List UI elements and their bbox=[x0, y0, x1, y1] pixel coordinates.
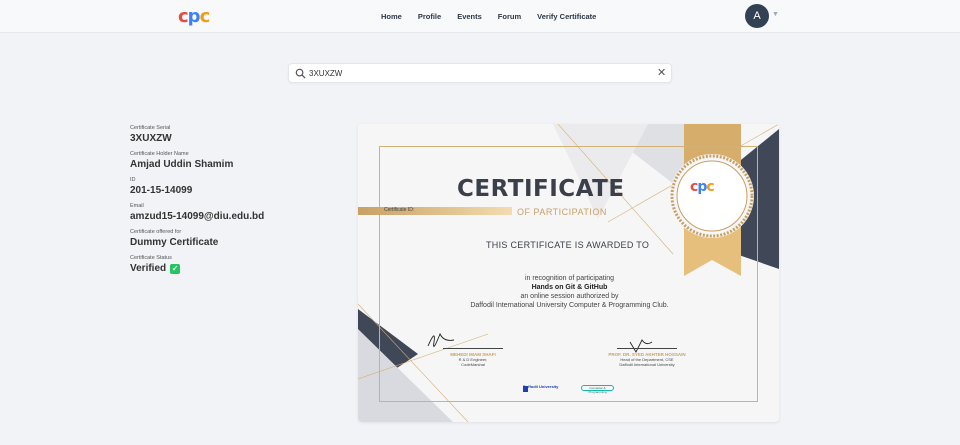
id-value: 201-15-14099 bbox=[130, 185, 193, 196]
club-badge-logo: Computer & Programming bbox=[581, 385, 614, 394]
chevron-down-icon[interactable]: ▼ bbox=[772, 11, 779, 18]
offered-for-value: Dummy Certificate bbox=[130, 237, 219, 248]
status-label: Certificate Status bbox=[130, 255, 172, 261]
status-badge: Verified ✓ bbox=[130, 263, 330, 274]
recognition-line-1: in recognition of participating bbox=[524, 275, 615, 282]
nav-events[interactable]: Events bbox=[457, 12, 482, 21]
serial-value: 3XUXZW bbox=[130, 133, 172, 144]
cpc-seal-logo: cpc bbox=[690, 179, 715, 195]
top-navbar: cpc Home Profile Events Forum Verify Cer… bbox=[0, 0, 960, 33]
certificate-title: CERTIFICATE bbox=[457, 176, 625, 202]
daffodil-logo: Daffodil University bbox=[523, 384, 559, 389]
certificate-details: Certificate Serial 3XUXZW Certificate Ho… bbox=[130, 125, 330, 281]
recognition-line-3: an online session authorized by bbox=[520, 293, 619, 300]
signature-2: PROF. DR. SYED AKHTER HOSSAIN Head of th… bbox=[592, 348, 702, 367]
search-icon bbox=[295, 68, 306, 79]
nav-verify-certificate[interactable]: Verify Certificate bbox=[537, 12, 596, 21]
recognition-line-4: Daffodil International University Comput… bbox=[470, 302, 669, 309]
holder-value: Amjad Uddin Shamim bbox=[130, 159, 234, 170]
signature-1: MEHEDI IMAM SHAFI R & D Engineer, CodeMa… bbox=[428, 348, 518, 367]
nav-profile[interactable]: Profile bbox=[418, 12, 441, 21]
nav-forum[interactable]: Forum bbox=[498, 12, 521, 21]
serial-label: Certificate Serial bbox=[130, 125, 171, 131]
offered-for-label: Certificate offered for bbox=[130, 229, 182, 235]
email-label: Email bbox=[130, 203, 144, 209]
holder-label: Certificate Holder Name bbox=[130, 151, 189, 157]
main-nav: Home Profile Events Forum Verify Certifi… bbox=[381, 0, 612, 33]
certificate-subtitle: OF PARTICIPATION bbox=[517, 207, 607, 217]
event-name: Hands on Git & GitHub bbox=[531, 284, 608, 291]
certificate-image: cpc CERTIFICATE Certificate ID: OF PARTI… bbox=[358, 124, 779, 422]
close-icon[interactable]: ✕ bbox=[657, 67, 666, 79]
id-label: ID bbox=[130, 177, 136, 183]
check-icon: ✓ bbox=[170, 263, 181, 274]
email-value: amzud15-14099@diu.edu.bd bbox=[130, 211, 265, 222]
awarded-text: THIS CERTIFICATE IS AWARDED TO bbox=[486, 240, 650, 250]
status-value: Verified bbox=[130, 263, 167, 274]
avatar[interactable]: A bbox=[745, 4, 769, 28]
certificate-id-bar: Certificate ID: bbox=[358, 207, 512, 215]
search-bar: ✕ bbox=[288, 63, 672, 83]
nav-home[interactable]: Home bbox=[381, 12, 402, 21]
cpc-logo[interactable]: cpc bbox=[178, 6, 210, 27]
search-input[interactable] bbox=[309, 66, 639, 81]
